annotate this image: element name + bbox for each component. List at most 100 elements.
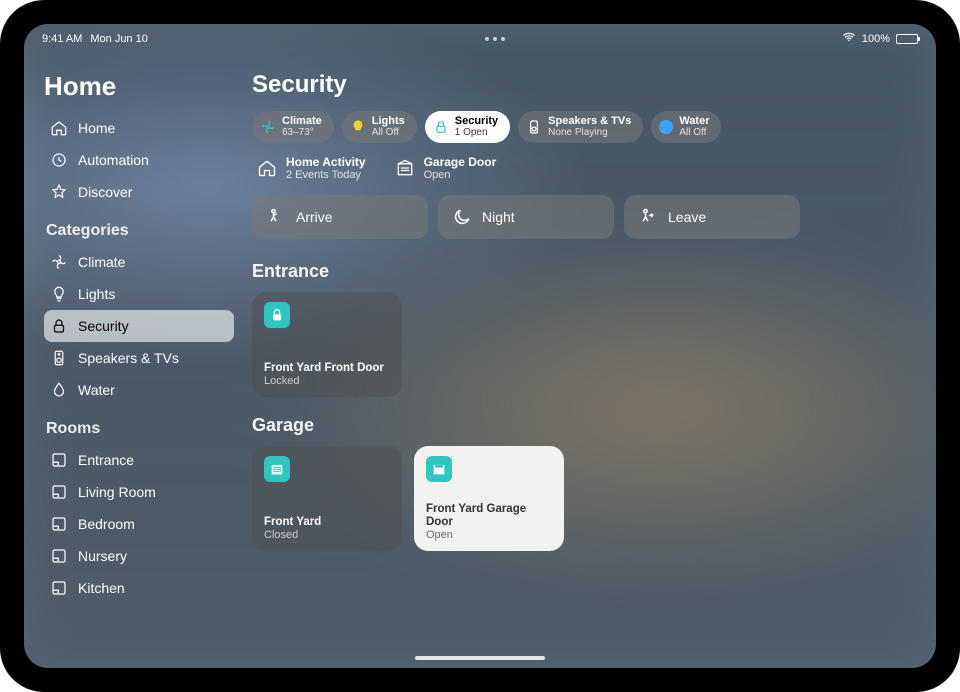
home-indicator[interactable] <box>415 656 545 660</box>
app-title: Home <box>44 71 234 102</box>
scene-night[interactable]: Night <box>438 195 614 239</box>
chip-title: Climate <box>282 116 322 128</box>
tile-status: Closed <box>264 529 390 541</box>
battery-percent: 100% <box>862 33 890 45</box>
room-icon <box>50 451 68 469</box>
status-time: 9:41 AM <box>42 33 82 45</box>
section-title-entrance: Entrance <box>252 261 906 282</box>
tile-status: Open <box>426 529 552 541</box>
bulb-icon <box>350 119 366 135</box>
info-title: Home Activity <box>286 155 366 169</box>
garage-icon <box>264 456 290 482</box>
bulb-icon <box>50 285 68 303</box>
info-subtitle: Open <box>424 169 497 181</box>
sidebar-item-security[interactable]: Security <box>44 310 234 342</box>
star-icon <box>50 183 68 201</box>
category-chips: Climate63–73° LightsAll Off Security1 Op… <box>252 111 906 143</box>
sidebar-item-label: Home <box>78 120 115 136</box>
scene-leave[interactable]: Leave <box>624 195 800 239</box>
garage-icon <box>394 157 416 179</box>
tile-garage-open[interactable]: Front Yard Garage DoorOpen <box>414 446 564 551</box>
sidebar-item-lights[interactable]: Lights <box>44 278 234 310</box>
lock-icon <box>264 302 290 328</box>
sidebar-item-label: Nursery <box>78 548 127 564</box>
sidebar-item-climate[interactable]: Climate <box>44 246 234 278</box>
drop-icon <box>659 120 673 134</box>
screen: 9:41 AM Mon Jun 10 100% Home Home <box>24 24 936 668</box>
multitask-dots[interactable] <box>485 37 505 41</box>
sidebar-room-living[interactable]: Living Room <box>44 476 234 508</box>
chip-subtitle: All Off <box>372 128 405 139</box>
leave-icon <box>638 207 658 227</box>
sidebar-room-bedroom[interactable]: Bedroom <box>44 508 234 540</box>
info-home-activity[interactable]: Home Activity2 Events Today <box>256 155 366 181</box>
sidebar-item-label: Lights <box>78 286 115 302</box>
chip-water[interactable]: WaterAll Off <box>651 111 721 143</box>
chip-security[interactable]: Security1 Open <box>425 111 510 143</box>
sidebar-room-kitchen[interactable]: Kitchen <box>44 572 234 604</box>
room-icon <box>50 483 68 501</box>
house-icon <box>256 157 278 179</box>
sidebar-item-label: Living Room <box>78 484 156 500</box>
sidebar-item-water[interactable]: Water <box>44 374 234 406</box>
room-icon <box>50 547 68 565</box>
sidebar: Home Home Automation Discover Categories… <box>24 49 246 668</box>
tile-name: Front Yard <box>264 516 390 529</box>
info-row: Home Activity2 Events Today Garage DoorO… <box>256 155 906 181</box>
speaker-icon <box>526 119 542 135</box>
house-icon <box>50 119 68 137</box>
info-title: Garage Door <box>424 155 497 169</box>
chip-climate[interactable]: Climate63–73° <box>252 111 334 143</box>
room-icon <box>50 515 68 533</box>
sidebar-item-label: Water <box>78 382 115 398</box>
sidebar-item-label: Discover <box>78 184 132 200</box>
scene-arrive[interactable]: Arrive <box>252 195 428 239</box>
battery-icon <box>896 34 918 44</box>
entrance-tiles: Front Yard Front DoorLocked <box>252 292 906 397</box>
page-title: Security <box>252 71 906 99</box>
sidebar-section-categories: Categories <box>46 222 234 240</box>
status-bar: 9:41 AM Mon Jun 10 100% <box>24 24 936 49</box>
sidebar-room-nursery[interactable]: Nursery <box>44 540 234 572</box>
clock-icon <box>50 151 68 169</box>
chip-speakers[interactable]: Speakers & TVsNone Playing <box>518 111 643 143</box>
lock-icon <box>50 317 68 335</box>
section-title-garage: Garage <box>252 415 906 436</box>
scene-label: Night <box>482 209 515 225</box>
chip-lights[interactable]: LightsAll Off <box>342 111 417 143</box>
tile-garage-closed[interactable]: Front YardClosed <box>252 446 402 551</box>
room-icon <box>50 579 68 597</box>
scene-label: Arrive <box>296 209 333 225</box>
lock-icon <box>433 119 449 135</box>
fan-icon <box>50 253 68 271</box>
garage-icon <box>426 456 452 482</box>
status-date: Mon Jun 10 <box>90 33 147 45</box>
scenes-row: Arrive Night Leave <box>252 195 906 239</box>
wifi-icon <box>842 30 856 47</box>
sidebar-item-label: Entrance <box>78 452 134 468</box>
chip-subtitle: 1 Open <box>455 128 498 139</box>
sidebar-item-discover[interactable]: Discover <box>44 176 234 208</box>
chip-subtitle: None Playing <box>548 128 631 139</box>
chip-title: Water <box>679 116 709 128</box>
sidebar-room-entrance[interactable]: Entrance <box>44 444 234 476</box>
scene-label: Leave <box>668 209 706 225</box>
speaker-icon <box>50 349 68 367</box>
chip-subtitle: All Off <box>679 128 709 139</box>
info-subtitle: 2 Events Today <box>286 169 366 181</box>
info-garage-door[interactable]: Garage DoorOpen <box>394 155 497 181</box>
sidebar-item-label: Automation <box>78 152 149 168</box>
drop-icon <box>50 381 68 399</box>
sidebar-item-speakers[interactable]: Speakers & TVs <box>44 342 234 374</box>
sidebar-item-label: Kitchen <box>78 580 125 596</box>
chip-subtitle: 63–73° <box>282 128 322 139</box>
tile-name: Front Yard Garage Door <box>426 503 552 529</box>
tile-front-door[interactable]: Front Yard Front DoorLocked <box>252 292 402 397</box>
sidebar-item-automation[interactable]: Automation <box>44 144 234 176</box>
fan-icon <box>260 119 276 135</box>
chip-title: Speakers & TVs <box>548 116 631 128</box>
sidebar-item-label: Bedroom <box>78 516 135 532</box>
device-frame: 9:41 AM Mon Jun 10 100% Home Home <box>0 0 960 692</box>
tile-status: Locked <box>264 375 390 387</box>
sidebar-item-home[interactable]: Home <box>44 112 234 144</box>
